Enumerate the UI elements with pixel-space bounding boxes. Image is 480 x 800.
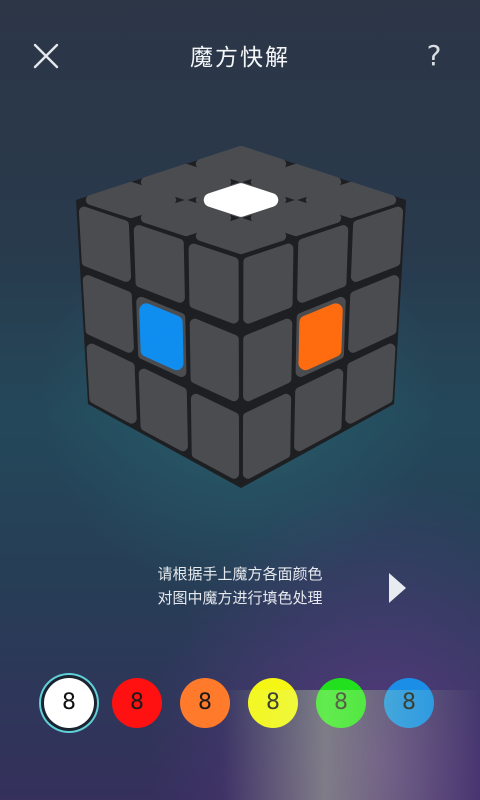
top-tile-2-2[interactable] — [195, 217, 287, 255]
swatch-count: 8 — [62, 690, 76, 715]
swatch-count: 8 — [198, 690, 212, 715]
swatch-white[interactable]: 8 — [44, 678, 94, 728]
top-center-sticker[interactable] — [203, 183, 279, 217]
swatch-orange[interactable]: 8 — [180, 678, 230, 728]
right-tile-0-1[interactable] — [297, 225, 349, 303]
page-title: 魔方快解 — [190, 45, 290, 71]
instruction-line-1: 请根据手上魔方各面颜色 — [157, 565, 323, 583]
left-center-sticker[interactable] — [139, 303, 184, 371]
color-palette: 8 8 8 8 8 8 — [0, 674, 480, 734]
left-tile-0-1[interactable] — [133, 225, 185, 303]
right-tile-0-2[interactable] — [350, 206, 404, 282]
right-tile-1-0[interactable] — [243, 318, 293, 402]
left-tile-1-2[interactable] — [189, 318, 239, 402]
swatch-blue[interactable]: 8 — [384, 678, 434, 728]
instruction-text: 请根据手上魔方各面颜色 对图中魔方进行填色处理 — [120, 562, 360, 610]
right-center-sticker[interactable] — [298, 303, 343, 371]
rubiks-cube[interactable] — [66, 140, 416, 500]
swatch-count: 8 — [130, 690, 144, 715]
left-tile-0-2[interactable] — [188, 243, 239, 324]
right-tile-0-0[interactable] — [243, 243, 294, 324]
play-arrow-icon — [389, 573, 406, 603]
swatch-yellow[interactable]: 8 — [248, 678, 298, 728]
cube-view[interactable] — [66, 140, 416, 500]
next-button[interactable] — [384, 568, 412, 608]
top-bar: 魔方快解 ? — [0, 0, 480, 110]
instruction-line-2: 对图中魔方进行填色处理 — [157, 589, 323, 607]
swatch-count: 8 — [402, 690, 416, 715]
swatch-red[interactable]: 8 — [112, 678, 162, 728]
left-tile-0-0[interactable] — [78, 206, 132, 282]
swatch-count: 8 — [266, 690, 280, 715]
swatch-green[interactable]: 8 — [316, 678, 366, 728]
swatch-count: 8 — [334, 690, 348, 715]
help-button[interactable]: ? — [416, 36, 452, 76]
